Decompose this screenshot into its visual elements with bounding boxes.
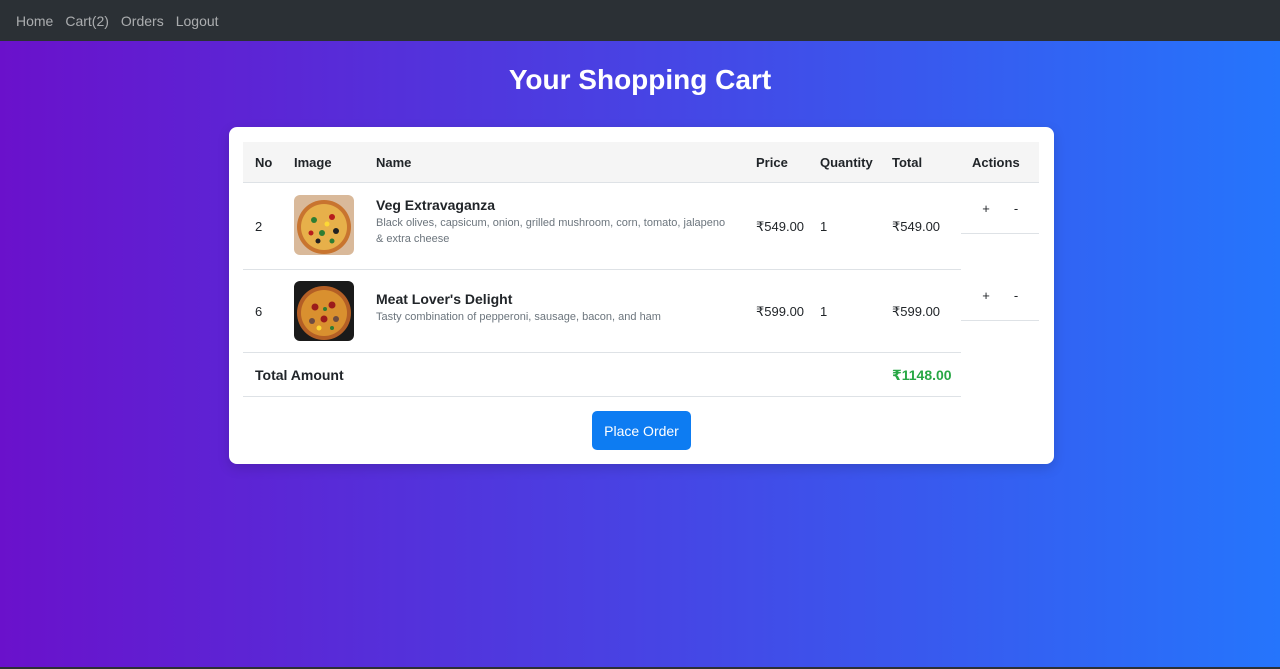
item-total: ₹599.00 (892, 304, 941, 319)
header-name: Name (376, 155, 412, 170)
header-total: Total (892, 155, 923, 170)
decrease-quantity-button[interactable]: - (1008, 288, 1024, 303)
header-quantity: Quantity (820, 155, 873, 170)
row-no: 2 (255, 219, 263, 234)
cart-card: No Image Name Price Quantity Total Actio… (229, 127, 1054, 464)
nav-cart-link[interactable]: Cart(2) (65, 13, 109, 29)
item-quantity: 1 (820, 219, 828, 234)
row-actions: + - (961, 270, 1039, 321)
item-description: Tasty combination of pepperoni, sausage,… (376, 311, 661, 323)
pizza-veg-image (294, 195, 354, 255)
place-order-button[interactable]: Place Order (592, 411, 691, 450)
item-price: ₹549.00 (756, 219, 805, 234)
increase-quantity-button[interactable]: + (978, 288, 994, 303)
header-actions: Actions (972, 155, 1020, 170)
nav-logout-link[interactable]: Logout (176, 13, 219, 29)
page-title: Your Shopping Cart (508, 64, 772, 95)
header-image: Image (294, 155, 332, 170)
item-quantity: 1 (820, 304, 828, 319)
header-price: Price (756, 155, 788, 170)
total-row: Total Amount ₹1148.00 (243, 353, 961, 397)
table-header: No Image Name Price Quantity Total Actio… (243, 142, 1039, 183)
nav-orders-link[interactable]: Orders (121, 13, 164, 29)
row-actions: + - (961, 183, 1039, 234)
table-row: 2 Veg Extravaganza Black olives, capsicu… (243, 183, 961, 270)
item-price: ₹599.00 (756, 304, 805, 319)
navbar: Home Cart(2) Orders Logout (0, 0, 1280, 41)
increase-quantity-button[interactable]: + (978, 201, 994, 216)
item-name: Veg Extravaganza (376, 197, 496, 213)
pizza-meat-image (294, 281, 354, 341)
header-no: No (255, 155, 273, 170)
nav-home-link[interactable]: Home (16, 13, 53, 29)
decrease-quantity-button[interactable]: - (1008, 201, 1024, 216)
table-row: 6 Meat Lover's Delight Tasty combination… (243, 270, 961, 353)
total-amount-label: Total Amount (255, 367, 344, 383)
item-description: Black olives, capsicum, onion, grilled m… (376, 217, 726, 245)
item-total: ₹549.00 (892, 219, 941, 234)
total-amount-value: ₹1148.00 (892, 367, 952, 383)
row-no: 6 (255, 304, 263, 319)
item-name: Meat Lover's Delight (376, 291, 513, 307)
